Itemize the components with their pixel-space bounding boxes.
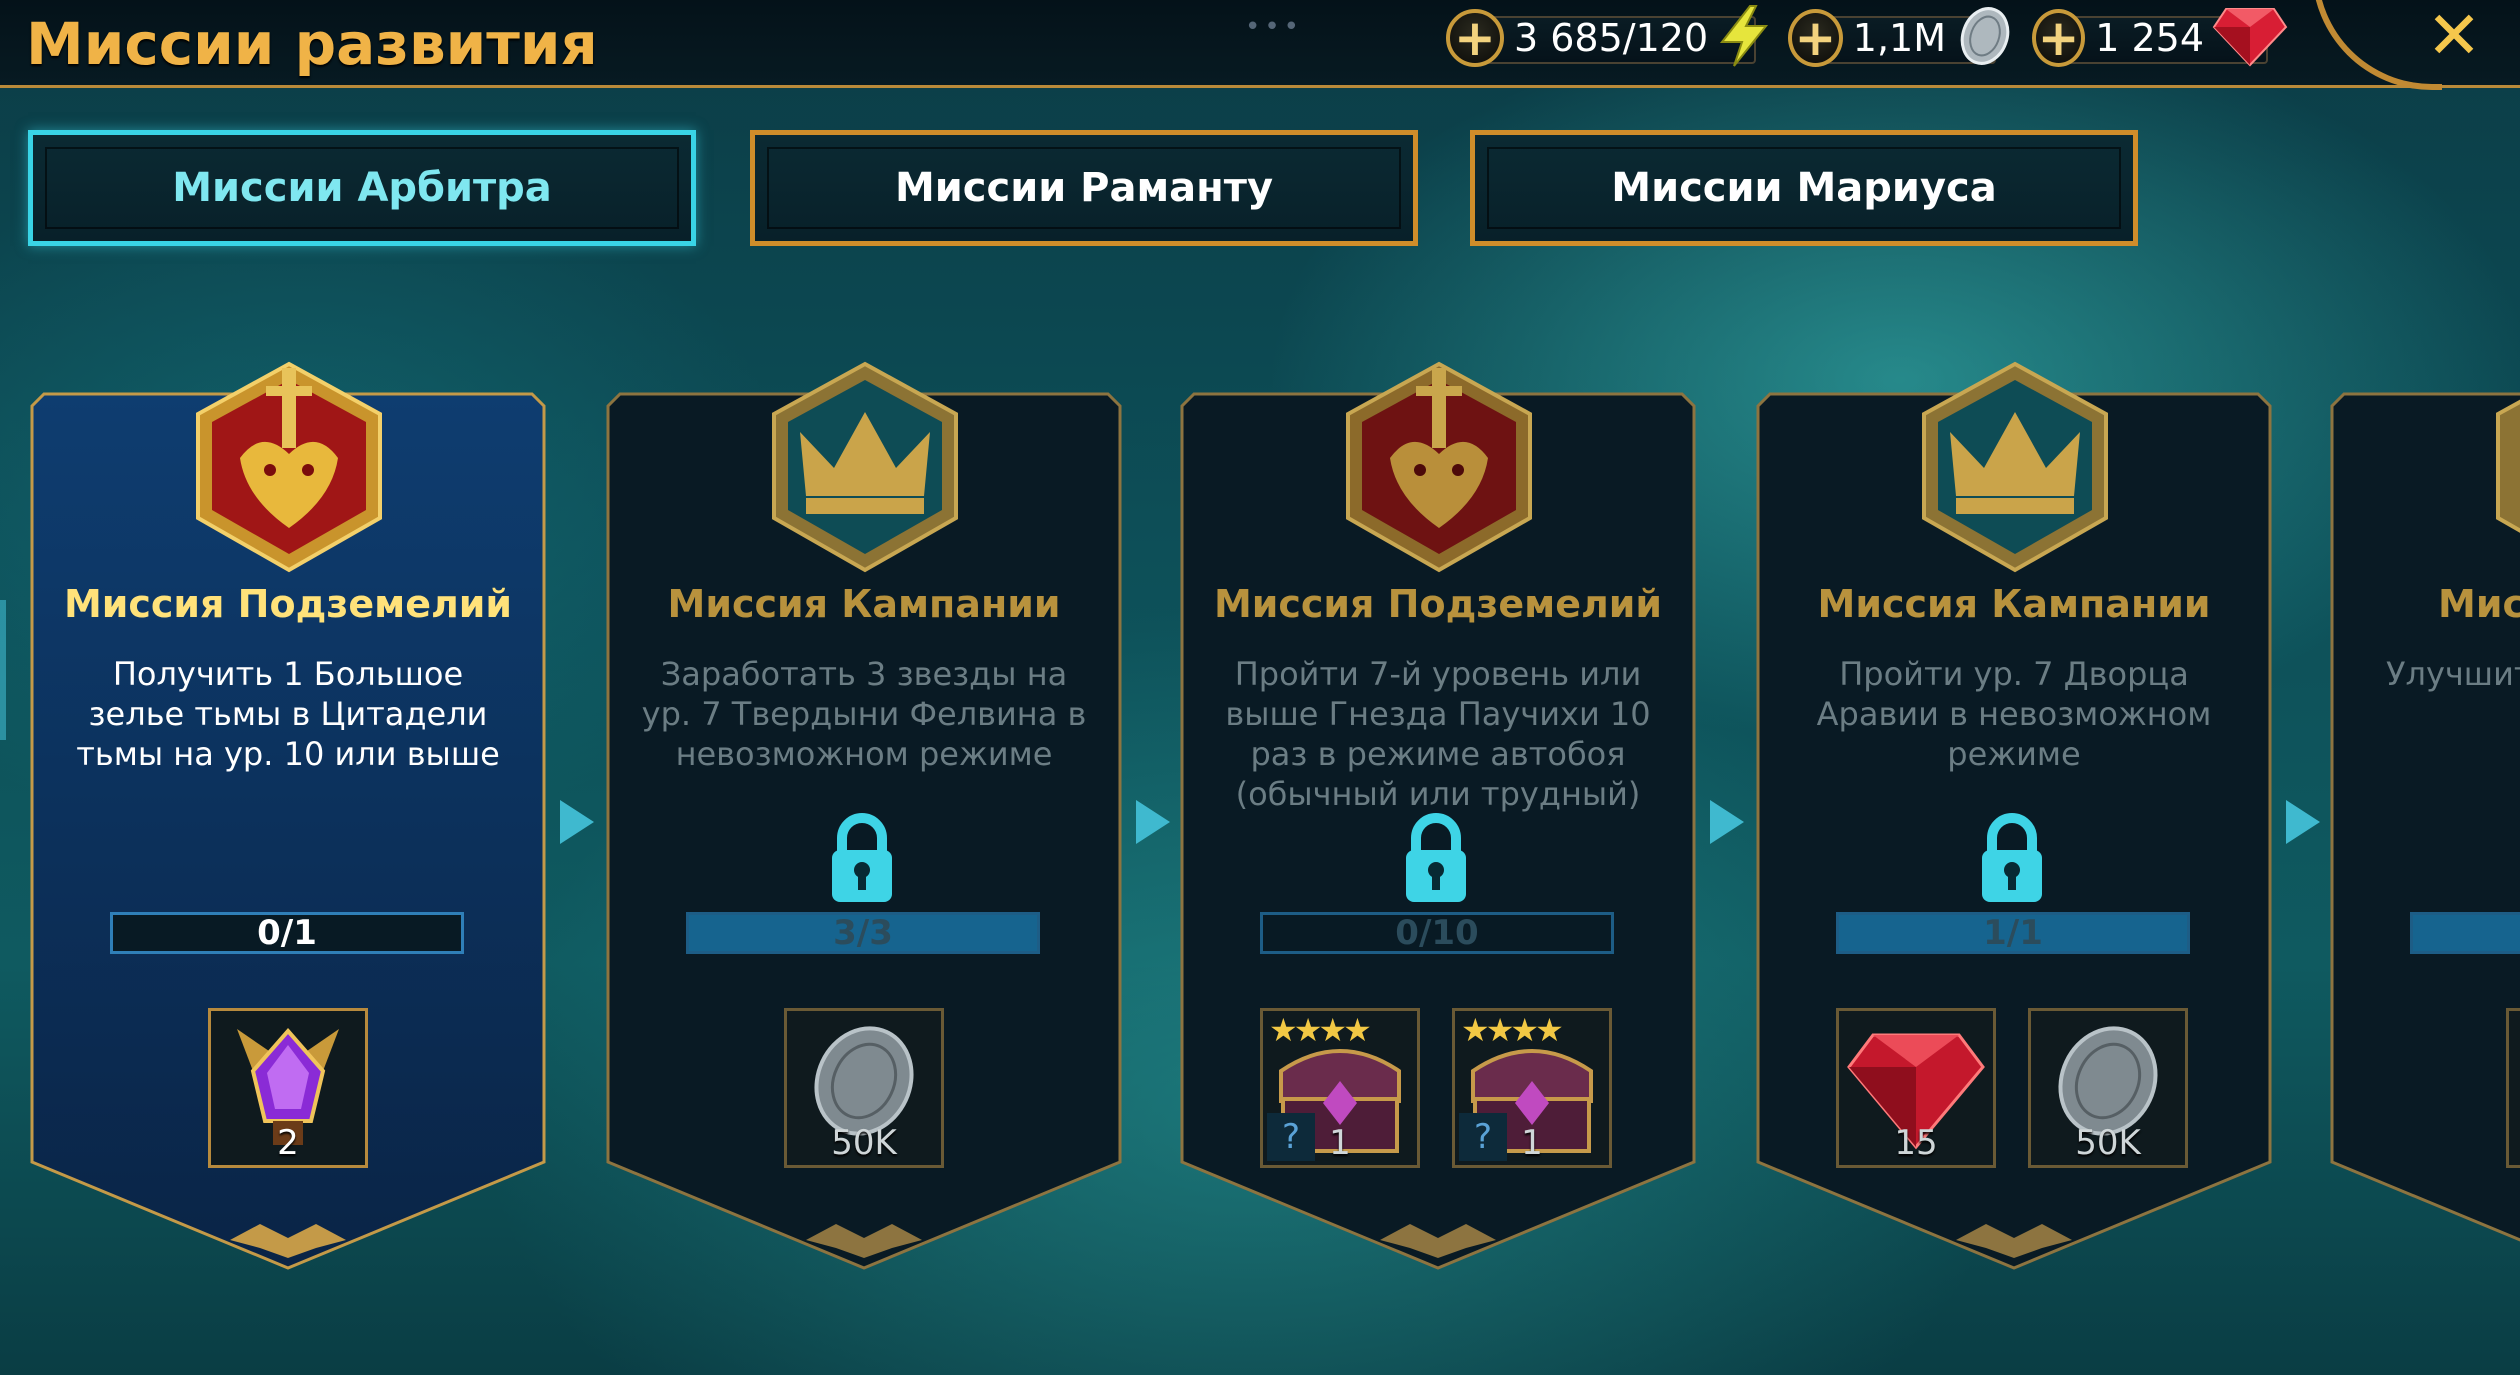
reward-count: 50K: [831, 1123, 897, 1163]
scroll-edge-indicator: [0, 600, 6, 740]
reward-count: 50K: [2075, 1123, 2141, 1163]
dungeon-dragon-emblem-icon: [182, 358, 396, 578]
mission-description: Пройти 7-й уровень или выше Гнезда Паучи…: [1225, 655, 1651, 813]
mission-title: Мис: [2438, 582, 2520, 626]
mission-card-campaign-2[interactable]: Миссия Кампании Пройти ур. 7 Дворца Арав…: [1756, 361, 2320, 1272]
mission-title: Миссия Кампании: [1817, 582, 2211, 626]
campaign-crown-emblem-icon: [758, 358, 972, 578]
tab-arbiter-missions[interactable]: Миссии Арбитра: [28, 130, 696, 246]
mission-title: Миссия Подземелий: [63, 582, 513, 626]
mission-progress-bar: 3/3: [686, 912, 1040, 954]
mission-card-partial[interactable]: Мис Улучшит 60: [2330, 392, 2520, 1272]
reward-count: 2: [277, 1123, 299, 1163]
reward-epic-chest[interactable]: ★★★★ ? 1: [1452, 1008, 1612, 1168]
ruby-gem-icon: [2212, 5, 2288, 71]
add-gems-button[interactable]: +: [2032, 9, 2086, 67]
lock-icon: [1978, 812, 2046, 906]
tab-label: Миссии Мариуса: [1611, 165, 1997, 211]
next-mission-arrow: [1710, 800, 1744, 844]
mission-progress-bar: 0/10: [1260, 912, 1614, 954]
star-rating: ★★★★: [1269, 1011, 1372, 1049]
next-mission-arrow: [2286, 800, 2320, 844]
mission-title: Миссия Кампании: [667, 582, 1061, 626]
campaign-crown-emblem-icon: [1908, 358, 2122, 578]
add-silver-button[interactable]: +: [1788, 9, 1843, 67]
reward-slot[interactable]: [2506, 1008, 2520, 1168]
mission-progress-bar: 0/1: [110, 912, 464, 954]
progress-text: 0/1: [257, 913, 317, 953]
next-mission-arrow: [1136, 800, 1170, 844]
mission-description: Получить 1 Большое зелье тьмы в Цитадели…: [76, 655, 500, 773]
close-button[interactable]: ✕: [2418, 0, 2490, 72]
drag-handle: •••: [1245, 12, 1304, 42]
gems-resource: + 1 254: [2032, 8, 2288, 68]
reward-silver[interactable]: 50K: [784, 1008, 944, 1168]
mission-card-dungeon-1[interactable]: Миссия Подземелий Получить 1 Большое зел…: [30, 361, 594, 1272]
progress-text: 1/1: [1983, 913, 2043, 953]
gems-value: 1 254: [2095, 16, 2204, 60]
mission-progress-bar: 1/1: [1836, 912, 2190, 954]
top-bar: Миссии развития ••• + 3 685/120 + 1,1M +…: [0, 0, 2520, 90]
reward-dark-potion[interactable]: 2: [208, 1008, 368, 1168]
reward-epic-chest[interactable]: ★★★★ ? 1: [1260, 1008, 1420, 1168]
progress-text: 0/10: [1395, 913, 1479, 953]
lock-icon: [828, 812, 896, 906]
mission-description: Улучшит 60: [2386, 655, 2520, 693]
tab-marius-missions[interactable]: Миссии Мариуса: [1470, 130, 2138, 246]
reward-gems[interactable]: 15: [1836, 1008, 1996, 1168]
progress-text: 3/3: [833, 913, 893, 953]
mission-card-dungeon-2[interactable]: Миссия Подземелий Пройти 7-й уровень или…: [1180, 361, 1744, 1272]
silver-coin-icon: [1954, 5, 2016, 71]
lightning-icon: [1716, 4, 1772, 72]
missions-screen: Миссии развития ••• + 3 685/120 + 1,1M +…: [0, 0, 2520, 1375]
mission-card-campaign-1[interactable]: Миссия Кампании Заработать 3 звезды на у…: [606, 361, 1170, 1272]
lock-icon: [1402, 812, 1470, 906]
add-energy-button[interactable]: +: [1446, 9, 1504, 67]
tab-ramantu-missions[interactable]: Миссии Раманту: [750, 130, 1418, 246]
reward-count: 1: [1521, 1123, 1543, 1163]
mission-description: Заработать 3 звезды на ур. 7 Твердыни Фе…: [641, 655, 1087, 773]
mission-progress-bar: [2410, 912, 2520, 954]
star-rating: ★★★★: [1461, 1011, 1564, 1049]
silver-value: 1,1M: [1852, 16, 1946, 60]
silver-resource: + 1,1M: [1788, 5, 2016, 71]
tab-label: Миссии Раманту: [894, 165, 1274, 211]
energy-value: 3 685/120: [1514, 16, 1709, 60]
mission-title: Миссия Подземелий: [1213, 582, 1663, 626]
reward-silver[interactable]: 50K: [2028, 1008, 2188, 1168]
energy-resource: + 3 685/120: [1446, 5, 1776, 68]
reward-count: 15: [1894, 1123, 1938, 1163]
emblem-icon: [2482, 358, 2520, 578]
tab-label: Миссии Арбитра: [172, 165, 552, 211]
next-mission-arrow: [560, 800, 594, 844]
mission-description: Пройти ур. 7 Дворца Аравии в невозможном…: [1816, 655, 2212, 773]
reward-count: 1: [1329, 1123, 1351, 1163]
page-title: Миссии развития: [26, 10, 598, 78]
dungeon-dragon-emblem-icon: [1332, 358, 1546, 578]
